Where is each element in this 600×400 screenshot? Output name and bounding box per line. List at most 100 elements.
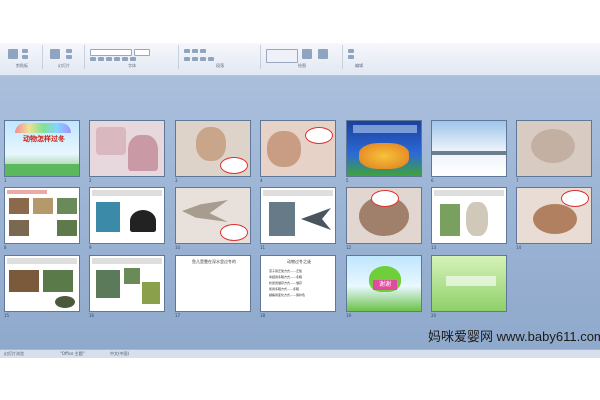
slide-thumbnail[interactable]	[4, 187, 80, 244]
ribbon-group-label: 剪贴板	[16, 63, 28, 68]
slide-number: 4	[260, 178, 263, 183]
slide-number: 2	[89, 178, 92, 183]
slide-number: 11	[260, 245, 266, 250]
font-name-select[interactable]	[90, 49, 132, 56]
slide-thumbnail[interactable]: 谢谢	[346, 255, 422, 312]
slide-thumbnail[interactable]	[89, 255, 165, 312]
speech-bubble	[371, 190, 399, 207]
replace-icon[interactable]	[348, 55, 354, 59]
bullet-line: 青蛙用冬眠方式——冬眠	[269, 275, 303, 279]
slide-thumbnail[interactable]	[431, 255, 507, 312]
grasshopper-photo	[142, 282, 160, 304]
slide-number: 17	[175, 313, 181, 318]
ribbon-group-label: 绘图	[298, 63, 306, 68]
font-size-select[interactable]	[134, 49, 150, 56]
animal-photo	[33, 198, 53, 214]
rainbow-graphic	[15, 123, 71, 133]
justify-icon[interactable]	[208, 57, 214, 61]
strikethrough-icon[interactable]	[114, 57, 120, 61]
arrange-icon[interactable]	[302, 49, 312, 59]
numbering-icon[interactable]	[192, 49, 198, 53]
ribbon-group-label: 段落	[216, 63, 224, 68]
ribbon-group-font: 字体	[86, 45, 179, 69]
bullet-line: 蝴蝶用变化方式——保护色	[269, 293, 306, 297]
text-placeholder	[92, 258, 162, 264]
powerpoint-window: 剪贴板 幻灯片 字体 段落 绘图 编辑 动物怎样过冬 1 2 3 4 5 6 7…	[0, 43, 600, 358]
bullets-icon[interactable]	[184, 49, 190, 53]
animal-photo	[9, 198, 29, 214]
slide-thumbnail[interactable]	[260, 120, 336, 177]
animal-photo	[96, 202, 120, 232]
slide-thumbnail[interactable]	[516, 120, 592, 177]
slide-number: 5	[346, 178, 349, 183]
cartoon-image	[196, 127, 226, 161]
new-slide-icon[interactable]	[50, 49, 60, 59]
cut-icon[interactable]	[22, 49, 28, 53]
swallow-photo	[269, 202, 295, 236]
layout-icon[interactable]	[66, 49, 72, 53]
slide-thumbnail[interactable]	[260, 187, 336, 244]
slide-thumbnail[interactable]	[431, 120, 507, 177]
slide-thumbnail[interactable]	[346, 187, 422, 244]
ribbon-group-label: 幻灯片	[58, 63, 70, 68]
slide-thumbnail[interactable]	[175, 120, 251, 177]
text-placeholder	[92, 190, 162, 196]
font-color-icon[interactable]	[130, 57, 136, 61]
speech-bubble	[561, 190, 589, 207]
find-icon[interactable]	[348, 49, 354, 53]
cartoon-image	[96, 127, 126, 155]
slide-thumbnail[interactable]	[89, 120, 165, 177]
slide-number: 6	[431, 178, 434, 183]
slide-thumbnail[interactable]: 动物过冬之谜 燕子用迁徙方式——迁徙 青蛙用冬眠方式——冬眠 松鼠用储存方式——…	[260, 255, 336, 312]
align-left-icon[interactable]	[184, 57, 190, 61]
cartoon-image	[128, 135, 158, 171]
speech-bubble	[220, 157, 248, 174]
thanks-sign: 谢谢	[373, 280, 397, 290]
align-center-icon[interactable]	[192, 57, 198, 61]
animal-photo	[57, 198, 77, 214]
slide-thumbnail[interactable]	[89, 187, 165, 244]
cartoon-animals-image	[359, 143, 409, 169]
bold-icon[interactable]	[90, 57, 96, 61]
indent-icon[interactable]	[200, 49, 206, 53]
rabbit-sketch-image	[531, 129, 575, 163]
slide-thumbnail[interactable]	[516, 187, 592, 244]
bullet-line: 松鼠用储存方式——储存	[269, 281, 303, 285]
speech-bubble	[220, 224, 248, 241]
view-status: 幻灯片浏览	[4, 351, 24, 356]
shapes-gallery[interactable]	[266, 49, 298, 63]
slide-number: 14	[516, 245, 522, 250]
ribbon-group-paragraph: 段落	[180, 45, 261, 69]
slide-title: 动物过冬之谜	[287, 259, 311, 264]
ribbon-group-drawing: 绘图	[262, 45, 343, 69]
reset-icon[interactable]	[66, 55, 72, 59]
copy-icon[interactable]	[22, 55, 28, 59]
animal-photo	[9, 270, 39, 292]
align-right-icon[interactable]	[200, 57, 206, 61]
slide-number: 12	[346, 245, 352, 250]
shadow-icon[interactable]	[122, 57, 128, 61]
slide-number: 15	[4, 313, 10, 318]
slide-thumbnail[interactable]	[4, 255, 80, 312]
slide-thumbnail[interactable]	[346, 120, 422, 177]
slide-number: 10	[175, 245, 181, 250]
animal-burrow-image	[533, 204, 577, 234]
insect-photo	[96, 270, 120, 298]
language-status: 中文(中国)	[110, 351, 130, 356]
animal-photo	[57, 220, 77, 236]
text-placeholder	[434, 190, 504, 196]
slide-thumbnail[interactable]	[175, 187, 251, 244]
slide-number: 1	[4, 178, 7, 183]
slide-thumbnail[interactable]: 鱼儿是靠在深水里过冬的	[175, 255, 251, 312]
italic-icon[interactable]	[98, 57, 104, 61]
underline-icon[interactable]	[106, 57, 112, 61]
slide-thumbnail[interactable]	[431, 187, 507, 244]
slide-number: 3	[175, 178, 178, 183]
quick-styles-icon[interactable]	[318, 49, 328, 59]
status-bar: 幻灯片浏览 "Office 主题" 中文(中国)	[0, 349, 600, 358]
slide-thumbnail[interactable]: 动物怎样过冬	[4, 120, 80, 177]
slide-number: 16	[89, 313, 95, 318]
paste-icon[interactable]	[8, 49, 18, 59]
text-placeholder	[7, 258, 77, 264]
theme-status: "Office 主题"	[60, 351, 85, 356]
